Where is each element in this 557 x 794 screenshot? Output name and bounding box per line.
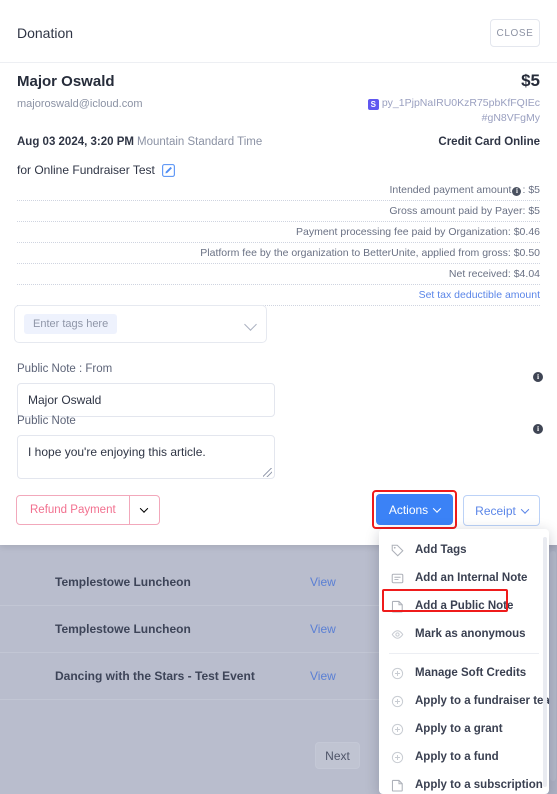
next-page-button[interactable]: Next <box>315 742 360 769</box>
menu-item-apply-grant[interactable]: Apply to a grant <box>379 715 549 743</box>
transaction-id-line1: py_1PjpNaIRU0KzR75pbKfFQIEc <box>381 97 540 109</box>
donation-panel: Donation CLOSE Major Oswald $5 majoroswa… <box>0 0 557 545</box>
info-icon[interactable]: i <box>533 372 543 382</box>
donor-email: majoroswald@icloud.com <box>17 98 143 110</box>
public-note-from-input[interactable] <box>17 383 275 417</box>
note-lines-icon <box>391 572 404 585</box>
fee-label: Payment processing fee paid by Organizat… <box>296 226 508 238</box>
info-icon[interactable]: i <box>512 187 522 196</box>
fee-value: $5 <box>528 184 540 196</box>
textarea-resize-handle[interactable] <box>263 468 272 477</box>
tag-icon <box>391 544 404 557</box>
designation-line: for Online Fundraiser Test <box>17 163 175 177</box>
fee-value: $4.04 <box>513 268 540 280</box>
public-note-label: Public Note <box>17 415 76 427</box>
menu-item-add-public-note[interactable]: Add a Public Note <box>379 592 549 620</box>
fee-row: Platform fee by the organization to Bett… <box>17 243 540 264</box>
donation-detail-screen: Templestowe Luncheon View Templestowe Lu… <box>0 0 557 794</box>
public-note-textarea[interactable] <box>17 435 275 479</box>
fee-value: $0.50 <box>513 247 540 259</box>
info-icon[interactable]: i <box>533 424 543 434</box>
fee-value: $0.46 <box>513 226 540 238</box>
menu-item-label: Mark as anonymous <box>415 628 526 640</box>
menu-item-add-internal-note[interactable]: Add an Internal Note <box>379 564 549 592</box>
event-title: Dancing with the Stars - Test Event <box>55 669 255 683</box>
menu-item-add-tags[interactable]: Add Tags <box>379 536 549 564</box>
transaction-id-line2: #gN8VFgMy <box>481 112 540 124</box>
transaction-id: Spy_1PjpNaIRU0KzR75pbKfFQIEc #gN8VFgMy <box>310 96 540 126</box>
donor-name: Major Oswald <box>17 73 115 90</box>
actions-dropdown-menu: Add Tags Add an Internal Note Add a Publ… <box>379 529 549 794</box>
fee-label: Net received <box>448 268 508 280</box>
fee-label: Platform fee by the organization to Bett… <box>200 247 508 259</box>
menu-item-apply-fundraiser-team[interactable]: Apply to a fundraiser team <box>379 687 549 715</box>
eye-icon <box>391 628 404 641</box>
event-title: Templestowe Luncheon <box>55 575 191 589</box>
actions-button[interactable]: Actions <box>376 494 453 525</box>
fee-row: Net received: $4.04 <box>17 264 540 285</box>
fee-row: Set tax deductible amount <box>17 285 540 306</box>
fee-breakdown: Intended payment amount i: $5 Gross amoun… <box>17 180 540 306</box>
designation-label: for Online Fundraiser Test <box>17 163 155 177</box>
document-icon <box>391 779 404 792</box>
menu-item-label: Apply to a grant <box>415 723 503 735</box>
donation-date: Aug 03 2024, 3:20 PM <box>17 136 134 148</box>
receipt-label: Receipt <box>475 503 516 518</box>
actions-label: Actions <box>388 502 429 517</box>
donation-timezone: Mountain Standard Time <box>136 136 263 148</box>
payment-method: Credit Card Online <box>438 136 540 148</box>
plus-circle-icon <box>391 723 404 736</box>
plus-circle-icon <box>391 695 404 708</box>
fee-label: Gross amount paid by Payer <box>389 205 523 217</box>
menu-scrollbar[interactable] <box>543 537 547 787</box>
menu-item-label: Add Tags <box>415 544 467 556</box>
menu-item-label: Add an Internal Note <box>415 572 528 584</box>
fee-row: Intended payment amount i: $5 <box>17 180 540 201</box>
fee-row: Payment processing fee paid by Organizat… <box>17 222 540 243</box>
menu-item-manage-soft-credits[interactable]: Manage Soft Credits <box>379 659 549 687</box>
chevron-down-icon <box>139 504 149 513</box>
document-icon <box>391 600 404 613</box>
menu-item-label: Apply to a fund <box>415 751 499 763</box>
menu-item-apply-subscription[interactable]: Apply to a subscription <box>379 771 549 794</box>
refund-payment-button[interactable]: Refund Payment <box>16 495 160 525</box>
refund-dropdown-toggle[interactable] <box>128 496 159 524</box>
tags-placeholder: Enter tags here <box>24 314 118 334</box>
menu-item-label: Add a Public Note <box>415 600 514 612</box>
actions-button-highlight: Actions <box>372 490 457 529</box>
menu-item-label: Manage Soft Credits <box>415 667 527 679</box>
stripe-icon: S <box>367 99 379 110</box>
fee-label: Intended payment amount <box>389 184 512 196</box>
chevron-down-icon <box>432 503 442 513</box>
page-title: Donation <box>17 25 74 41</box>
donation-datetime: Aug 03 2024, 3:20 PM Mountain Standard Ti… <box>17 136 262 148</box>
tags-input[interactable]: Enter tags here <box>14 305 267 343</box>
view-link[interactable]: View <box>310 622 336 636</box>
refund-payment-label: Refund Payment <box>30 504 116 516</box>
set-tax-deductible-link[interactable]: Set tax deductible amount <box>419 289 540 301</box>
page-scrollbar-thumb[interactable] <box>550 551 556 781</box>
plus-circle-icon <box>391 751 404 764</box>
event-title: Templestowe Luncheon <box>55 622 191 636</box>
fee-row: Gross amount paid by Payer: $5 <box>17 201 540 222</box>
chevron-down-icon[interactable] <box>244 318 257 331</box>
chevron-down-icon <box>520 504 530 514</box>
plus-circle-icon <box>391 667 404 680</box>
view-link[interactable]: View <box>310 575 336 589</box>
menu-divider <box>389 653 539 654</box>
panel-header: Donation CLOSE <box>0 0 557 63</box>
edit-pencil-icon[interactable] <box>161 163 175 177</box>
public-note-from-label: Public Note : From <box>17 363 113 375</box>
view-link[interactable]: View <box>310 669 336 683</box>
menu-item-apply-fund[interactable]: Apply to a fund <box>379 743 549 771</box>
menu-item-label: Apply to a subscription <box>415 779 543 791</box>
donation-amount: $5 <box>521 71 540 90</box>
close-button[interactable]: CLOSE <box>490 19 540 47</box>
receipt-button[interactable]: Receipt <box>463 495 540 526</box>
menu-item-label: Apply to a fundraiser team <box>415 695 549 707</box>
menu-item-mark-anonymous[interactable]: Mark as anonymous <box>379 620 549 648</box>
fee-value: $5 <box>528 205 540 217</box>
